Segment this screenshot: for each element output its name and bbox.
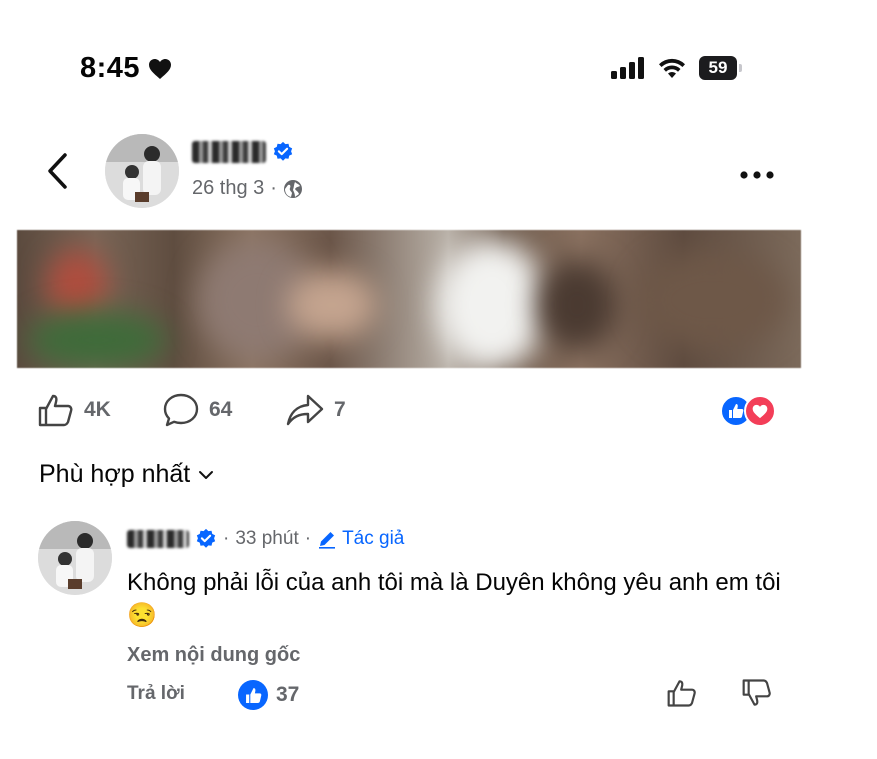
meta-separator: · (270, 177, 277, 199)
more-horizontal-icon (740, 171, 774, 179)
upvote-button[interactable] (667, 678, 697, 713)
wifi-icon (659, 58, 685, 78)
thumbs-up-icon (667, 680, 696, 707)
chevron-left-icon (48, 153, 67, 189)
author-name-blurred (192, 141, 266, 163)
comment-time: 33 phút (235, 528, 299, 549)
back-button[interactable] (45, 152, 71, 195)
avatar-image (105, 134, 179, 208)
share-arrow-icon (286, 394, 324, 426)
reply-button[interactable]: Trả lời (127, 683, 185, 705)
signal-icon (611, 57, 644, 79)
globe-icon (283, 179, 302, 198)
comment-sort-dropdown[interactable]: Phù hợp nhất (39, 460, 214, 489)
battery-indicator: 59 (699, 56, 742, 80)
thumbs-up-icon (38, 394, 73, 427)
comment-author-avatar[interactable] (38, 521, 112, 595)
status-bar-right: 59 (611, 56, 742, 80)
comment-like-count[interactable]: 37 (238, 680, 299, 710)
avatar-image (38, 521, 112, 595)
author-badge: Tác giả (317, 528, 404, 550)
like-count: 4K (84, 398, 111, 421)
reaction-summary[interactable] (720, 395, 776, 427)
post-author-avatar[interactable] (105, 134, 179, 208)
post-media-image[interactable] (17, 230, 801, 368)
downvote-button[interactable] (742, 678, 772, 713)
share-action[interactable]: 7 (286, 393, 346, 427)
comment-dot: · (304, 528, 312, 549)
comment-author-name-blurred[interactable] (127, 530, 189, 548)
author-badge-label: Tác giả (342, 528, 405, 549)
comment-bubble-icon (163, 393, 199, 427)
verified-badge-icon (196, 528, 216, 548)
time-text: 8:45 (80, 52, 141, 84)
like-reaction-icon (238, 680, 268, 710)
verified-badge-icon (273, 141, 293, 161)
more-options-button[interactable] (739, 161, 775, 181)
comment-like-number: 37 (276, 683, 300, 706)
post-author-name[interactable] (192, 141, 294, 163)
heart-icon (149, 58, 172, 79)
love-reaction-icon (744, 395, 776, 427)
post-meta: 26 thg 3 · (192, 177, 303, 200)
battery-level: 59 (708, 58, 728, 77)
see-original-link[interactable]: Xem nội dung gốc (127, 644, 300, 667)
sort-label: Phù hợp nhất (39, 460, 191, 488)
like-action[interactable]: 4K (38, 393, 111, 427)
share-count: 7 (334, 398, 346, 421)
comment-action[interactable]: 64 (163, 393, 232, 427)
comment-text: Không phải lỗi của anh tôi mà là Duyên k… (127, 569, 781, 629)
comment-dot: · (223, 528, 230, 549)
thumbs-down-icon (742, 679, 771, 706)
comment-count: 64 (209, 398, 233, 421)
comment-header: · 33 phút · Tác giả (127, 528, 404, 550)
pencil-icon (319, 532, 336, 549)
post-date: 26 thg 3 (192, 177, 265, 199)
chevron-down-icon (199, 470, 214, 479)
status-bar-time: 8:45 (80, 52, 172, 85)
